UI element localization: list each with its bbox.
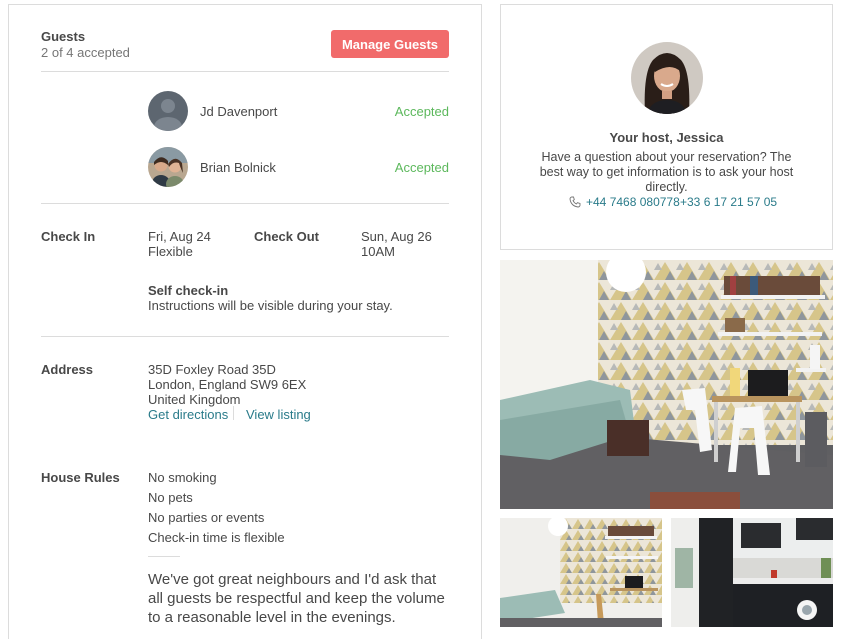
guests-accepted-count: 2 of 4 accepted	[41, 45, 130, 60]
house-rule-item: No parties or events	[148, 510, 265, 525]
host-card: Your host, Jessica Have a question about…	[500, 4, 833, 250]
host-phone-link[interactable]: +44 7468 080778	[586, 195, 680, 209]
check-in-label: Check In	[41, 229, 96, 244]
check-in-time: Flexible	[148, 244, 193, 259]
divider	[148, 556, 180, 557]
host-description: Have a question about your reservation? …	[539, 150, 794, 194]
host-title: Your host, Jessica	[609, 130, 724, 145]
manage-guests-button[interactable]: Manage Guests	[331, 30, 449, 58]
guest-name: Brian Bolnick	[200, 160, 276, 175]
host-phone-link[interactable]: +33 6 17 21 57 05	[680, 195, 777, 209]
listing-photo-thumb[interactable]	[500, 518, 662, 627]
guest-row: Brian Bolnick Accepted	[148, 147, 449, 187]
check-out-time: 10AM	[361, 244, 395, 259]
reservation-details-card: Guests 2 of 4 accepted Manage Guests Jd …	[8, 4, 482, 639]
address-line: United Kingdom	[148, 392, 241, 407]
listing-photo-main[interactable]	[500, 260, 833, 509]
guest-status: Accepted	[394, 104, 449, 119]
self-check-in-title: Self check-in	[148, 283, 229, 298]
phone-icon	[569, 195, 581, 208]
house-rule-item: No smoking	[148, 470, 217, 485]
guest-name: Jd Davenport	[200, 104, 278, 119]
address-line: London, England SW9 6EX	[148, 377, 307, 392]
house-rules-note: We've got great neighbours and I'd ask t…	[148, 571, 445, 626]
guest-row: Jd Davenport Accepted	[148, 91, 449, 131]
avatar	[148, 147, 188, 187]
check-out-label: Check Out	[254, 229, 320, 244]
house-rules-label: House Rules	[41, 470, 120, 485]
link-separator	[233, 406, 234, 420]
listing-photo-thumb[interactable]	[671, 518, 833, 627]
self-check-in-text: Instructions will be visible during your…	[148, 298, 393, 313]
host-avatar	[631, 42, 703, 114]
address-line: 35D Foxley Road 35D	[148, 362, 276, 377]
address-label: Address	[41, 362, 94, 377]
house-rule-item: Check-in time is flexible	[148, 530, 285, 545]
guest-status: Accepted	[394, 160, 449, 175]
check-out-date: Sun, Aug 26	[361, 229, 432, 244]
house-rule-item: No pets	[148, 490, 193, 505]
divider	[41, 203, 449, 204]
check-in-date: Fri, Aug 24	[148, 229, 211, 244]
guests-heading: Guests	[41, 29, 86, 44]
avatar	[148, 91, 188, 131]
divider	[41, 336, 449, 337]
get-directions-link[interactable]: Get directions	[148, 407, 228, 422]
view-listing-link[interactable]: View listing	[246, 407, 311, 422]
divider	[41, 71, 449, 72]
